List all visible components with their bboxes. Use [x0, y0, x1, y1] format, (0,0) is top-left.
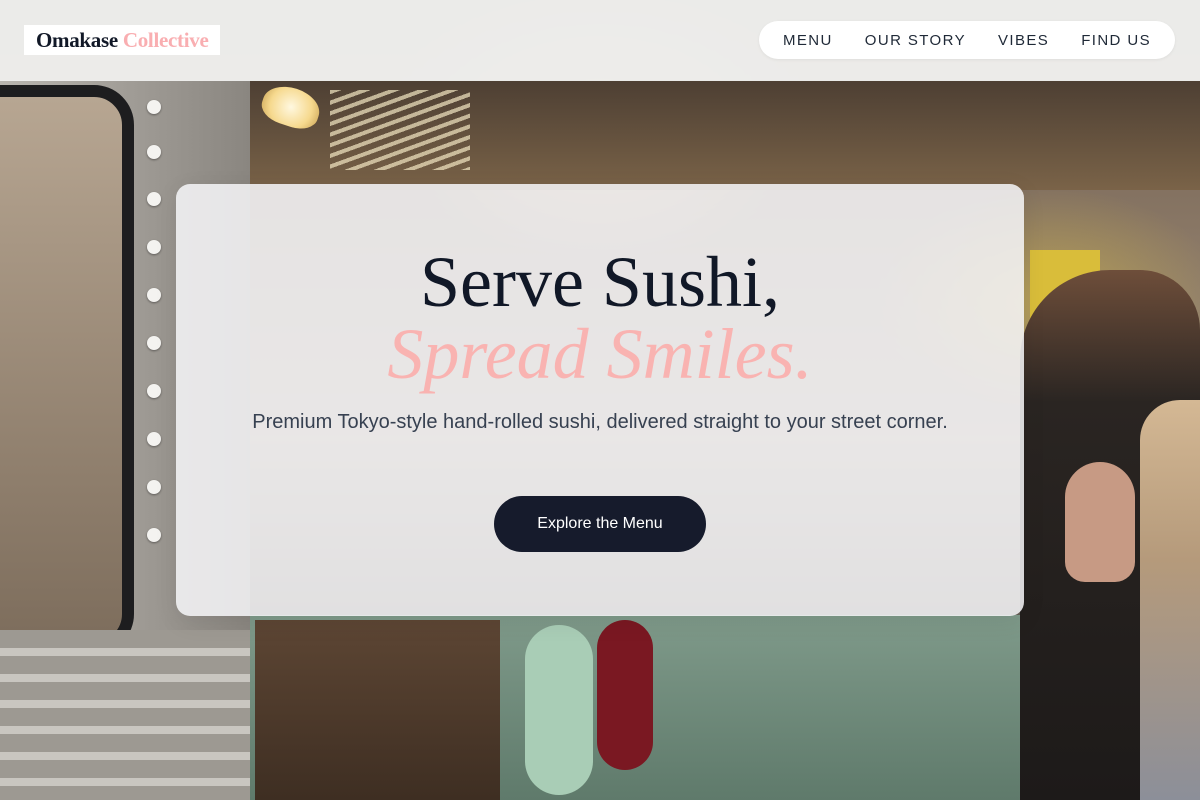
main-nav: MENU OUR STORY VIBES FIND US: [759, 21, 1175, 59]
door-rivet: [147, 528, 161, 542]
door-rivet: [147, 384, 161, 398]
door-rivet: [147, 192, 161, 206]
cardboard-box: [255, 620, 500, 800]
customer-hair: [1140, 400, 1200, 800]
door-rivet: [147, 145, 161, 159]
nav-link-find-us[interactable]: FIND US: [1081, 32, 1151, 49]
truck-body-ribs: [0, 630, 250, 800]
nav-link-vibes[interactable]: VIBES: [998, 32, 1049, 49]
site-header: Omakase Collective MENU OUR STORY VIBES …: [0, 0, 1200, 81]
hero-subtitle: Spread Smiles.: [387, 314, 813, 394]
ceiling-light-strip: [330, 90, 470, 170]
brand-logo[interactable]: Omakase Collective: [24, 25, 221, 55]
nav-link-menu[interactable]: MENU: [783, 32, 833, 49]
door-rivet: [147, 288, 161, 302]
hero-description: Premium Tokyo-style hand-rolled sushi, d…: [252, 411, 948, 433]
door-rivet: [147, 480, 161, 494]
hero-title: Serve Sushi,: [420, 242, 780, 322]
door-rivet: [147, 240, 161, 254]
red-cat-sign: [597, 620, 653, 770]
landing-page: Omakase Collective MENU OUR STORY VIBES …: [0, 0, 1200, 800]
door-rivet: [147, 336, 161, 350]
waving-hand: [1065, 462, 1135, 582]
explore-menu-button[interactable]: Explore the Menu: [494, 496, 706, 552]
green-menu-sign: [525, 625, 593, 795]
truck-window: [0, 85, 134, 654]
hero-card: Serve Sushi, Spread Smiles. Premium Toky…: [176, 184, 1024, 616]
door-rivet: [147, 100, 161, 114]
brand-name-main: Omakase: [36, 28, 118, 52]
nav-link-our-story[interactable]: OUR STORY: [865, 32, 966, 49]
brand-name-accent: Collective: [122, 28, 209, 52]
door-rivet: [147, 432, 161, 446]
